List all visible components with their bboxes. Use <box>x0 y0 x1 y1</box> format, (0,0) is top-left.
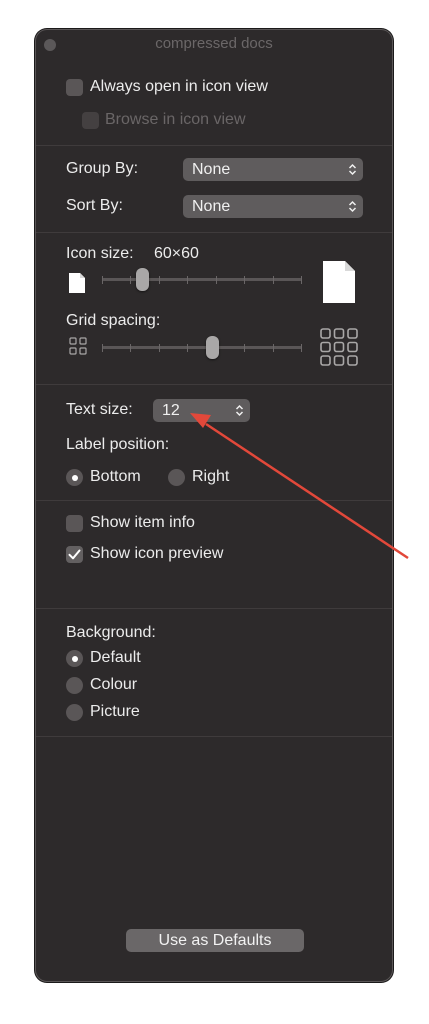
chevron-up-down-icon <box>348 200 357 213</box>
chevron-up-down-icon <box>348 163 357 176</box>
slider-tick <box>273 344 274 352</box>
divider <box>36 232 392 233</box>
always-open-checkbox[interactable] <box>66 79 83 96</box>
icon-size-slider[interactable] <box>102 264 302 294</box>
label-position-label: Label position: <box>66 436 170 453</box>
slider-tick <box>187 344 188 352</box>
text-size-popup[interactable]: 12 <box>153 399 250 422</box>
background-colour-label: Colour <box>90 676 138 693</box>
chevron-up-down-icon <box>235 404 244 417</box>
always-open-label: Always open in icon view <box>90 78 268 95</box>
group-by-value: None <box>192 161 231 178</box>
slider-tick <box>130 276 131 284</box>
slider-tick <box>244 276 245 284</box>
slider-tick <box>102 344 103 352</box>
background-heading: Background: <box>66 624 156 641</box>
group-by-label: Group By: <box>66 160 139 177</box>
icon-size-value: 60×60 <box>154 245 199 262</box>
radio-selected-dot <box>71 655 78 662</box>
large-document-icon <box>323 261 355 303</box>
sort-by-popup[interactable]: None <box>183 195 363 218</box>
label-position-right-label: Right <box>192 468 230 485</box>
show-item-info-label: Show item info <box>90 514 195 531</box>
slider-tick <box>159 344 160 352</box>
browse-icon-view-label: Browse in icon view <box>105 111 246 128</box>
slider-knob[interactable] <box>205 336 219 359</box>
radio-selected-dot <box>71 474 78 481</box>
show-item-info-checkbox[interactable] <box>66 515 83 532</box>
background-colour-radio[interactable] <box>66 677 83 694</box>
icon-size-label: Icon size: <box>66 245 134 262</box>
divider <box>36 145 392 146</box>
slider-tick <box>301 344 302 352</box>
slider-track <box>102 278 302 281</box>
title-bar: compressed docs <box>36 30 392 58</box>
label-position-right-radio[interactable] <box>168 469 185 486</box>
small-document-icon <box>69 273 85 293</box>
label-position-bottom-label: Bottom <box>90 468 141 485</box>
text-size-label: Text size: <box>66 401 133 418</box>
slider-tick <box>187 276 188 284</box>
use-as-defaults-button[interactable]: Use as Defaults <box>126 929 304 952</box>
divider <box>36 608 392 609</box>
sort-by-value: None <box>192 198 231 215</box>
slider-tick <box>102 276 103 284</box>
text-size-value: 12 <box>162 402 180 419</box>
divider <box>36 736 392 737</box>
label-position-bottom-radio[interactable] <box>66 469 83 486</box>
checkmark-icon <box>68 549 81 560</box>
grid-spacing-label: Grid spacing: <box>66 312 161 329</box>
divider <box>36 500 392 501</box>
slider-tick <box>244 344 245 352</box>
slider-tick <box>130 344 131 352</box>
large-grid-icon <box>320 328 358 366</box>
browse-icon-view-checkbox[interactable] <box>82 112 99 129</box>
slider-tick <box>301 276 302 284</box>
slider-knob[interactable] <box>135 268 149 291</box>
slider-tick <box>273 276 274 284</box>
view-options-window: compressed docs Always open in icon view… <box>35 29 393 982</box>
show-icon-preview-label: Show icon preview <box>90 545 224 562</box>
slider-tick <box>159 276 160 284</box>
slider-track <box>102 346 302 349</box>
background-picture-radio[interactable] <box>66 704 83 721</box>
small-grid-icon <box>69 337 87 355</box>
window-title: compressed docs <box>155 35 273 52</box>
divider <box>36 384 392 385</box>
show-icon-preview-checkbox[interactable] <box>66 546 83 563</box>
grid-spacing-slider[interactable] <box>102 332 302 362</box>
background-default-label: Default <box>90 649 141 666</box>
slider-tick <box>216 276 217 284</box>
background-default-radio[interactable] <box>66 650 83 667</box>
background-picture-label: Picture <box>90 703 140 720</box>
group-by-popup[interactable]: None <box>183 158 363 181</box>
sort-by-label: Sort By: <box>66 197 123 214</box>
